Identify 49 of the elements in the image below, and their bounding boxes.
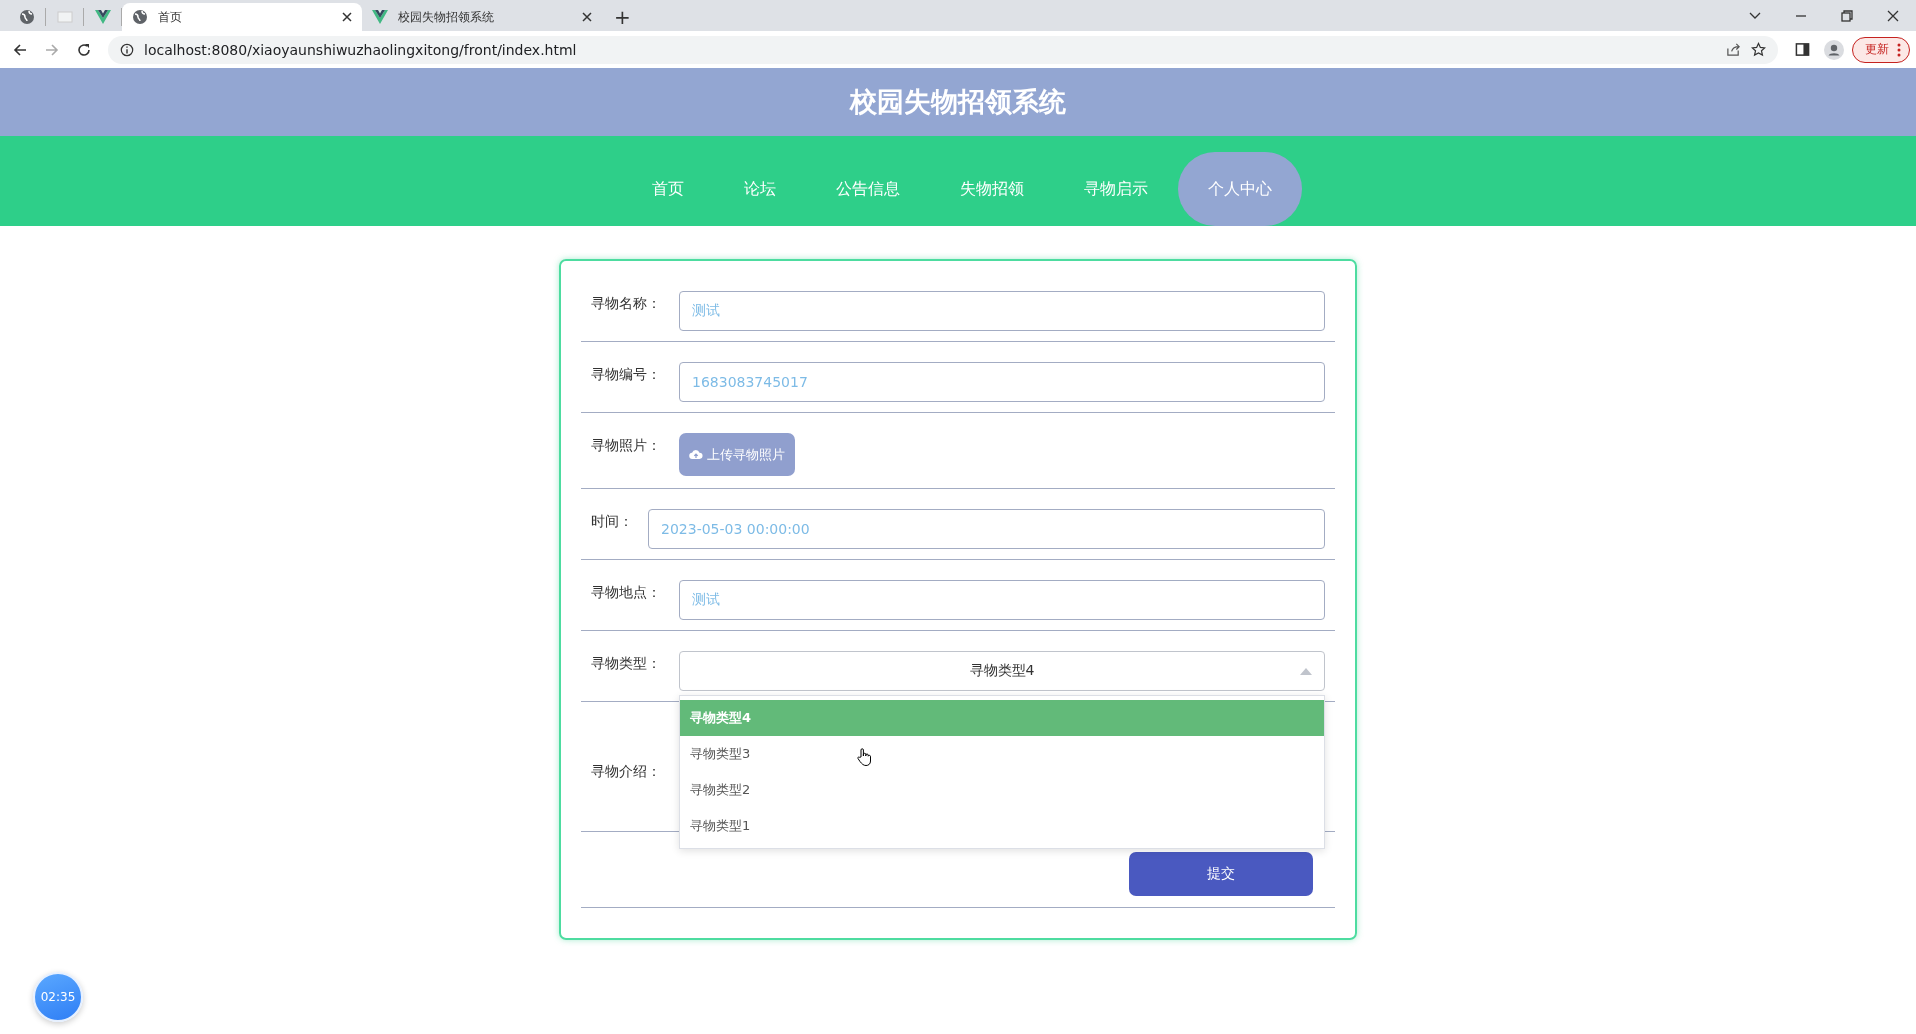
hand-cursor-icon: [857, 748, 871, 766]
field-label: 时间：: [591, 512, 634, 531]
close-icon[interactable]: [342, 12, 352, 22]
timer-badge: 02:35: [33, 972, 83, 1022]
dropdown-option[interactable]: 寻物类型3: [680, 736, 1324, 772]
browser-tab[interactable]: 校园失物招领系统: [362, 3, 602, 31]
new-tab-button[interactable]: +: [614, 7, 631, 27]
field-label: 寻物名称：: [591, 294, 662, 313]
input-field[interactable]: 1683083745017: [679, 362, 1325, 402]
info-icon[interactable]: [120, 42, 134, 57]
globe-icon: [132, 9, 148, 25]
v-logo-icon: [94, 10, 111, 24]
more-icon: [1897, 42, 1901, 57]
globe-icon: [18, 9, 35, 25]
dropdown-option[interactable]: 寻物类型1: [680, 808, 1324, 844]
caret-icon: [1300, 668, 1312, 675]
nav-link[interactable]: 失物招领: [930, 152, 1054, 226]
nav-link[interactable]: 公告信息: [806, 152, 930, 226]
nav-link[interactable]: 个人中心: [1178, 152, 1302, 226]
field-label: 寻物类型：: [591, 654, 662, 673]
field-label: 寻物编号：: [591, 365, 662, 384]
tab-title: 校园失物招领系统: [398, 8, 495, 26]
nav-link[interactable]: 寻物启示: [1054, 152, 1178, 226]
upload-button[interactable]: 上传寻物照片: [679, 433, 795, 476]
page-icon: [56, 9, 73, 25]
tab-title: 首页: [158, 8, 183, 26]
input-field[interactable]: 测试: [679, 291, 1325, 331]
cloud-upload-icon: [689, 449, 703, 460]
input-field[interactable]: 测试: [679, 580, 1325, 620]
field-label: 寻物地点：: [591, 583, 662, 602]
select-field[interactable]: 寻物类型4: [679, 651, 1325, 691]
submit-button[interactable]: 提交: [1129, 852, 1313, 896]
input-field[interactable]: 2023-05-03 00:00:00: [648, 509, 1325, 549]
field-label: 寻物介绍：: [591, 762, 662, 781]
dropdown-option[interactable]: 寻物类型2: [680, 772, 1324, 808]
nav-link[interactable]: 首页: [622, 152, 714, 226]
close-icon[interactable]: [582, 12, 592, 22]
dropdown-option[interactable]: 寻物类型4: [680, 700, 1324, 736]
field-label: 寻物照片：: [591, 436, 662, 455]
url-text: localhost:8080/xiaoyaunshiwuzhaolingxitong/front/index.html: [144, 41, 577, 58]
update-button[interactable]: 更新: [1852, 36, 1910, 63]
address-bar[interactable]: localhost:8080/xiaoyaunshiwuzhaolingxitong/front/index.html: [108, 35, 1778, 64]
browser-tab[interactable]: 首页: [122, 3, 362, 31]
site-title: 校园失物招领系统: [850, 85, 1066, 119]
v-logo-icon: [372, 10, 388, 24]
select-value: 寻物类型4: [969, 662, 1035, 680]
nav-link[interactable]: 论坛: [714, 152, 806, 226]
share-icon[interactable]: [1726, 42, 1741, 57]
star-icon[interactable]: [1751, 42, 1766, 57]
